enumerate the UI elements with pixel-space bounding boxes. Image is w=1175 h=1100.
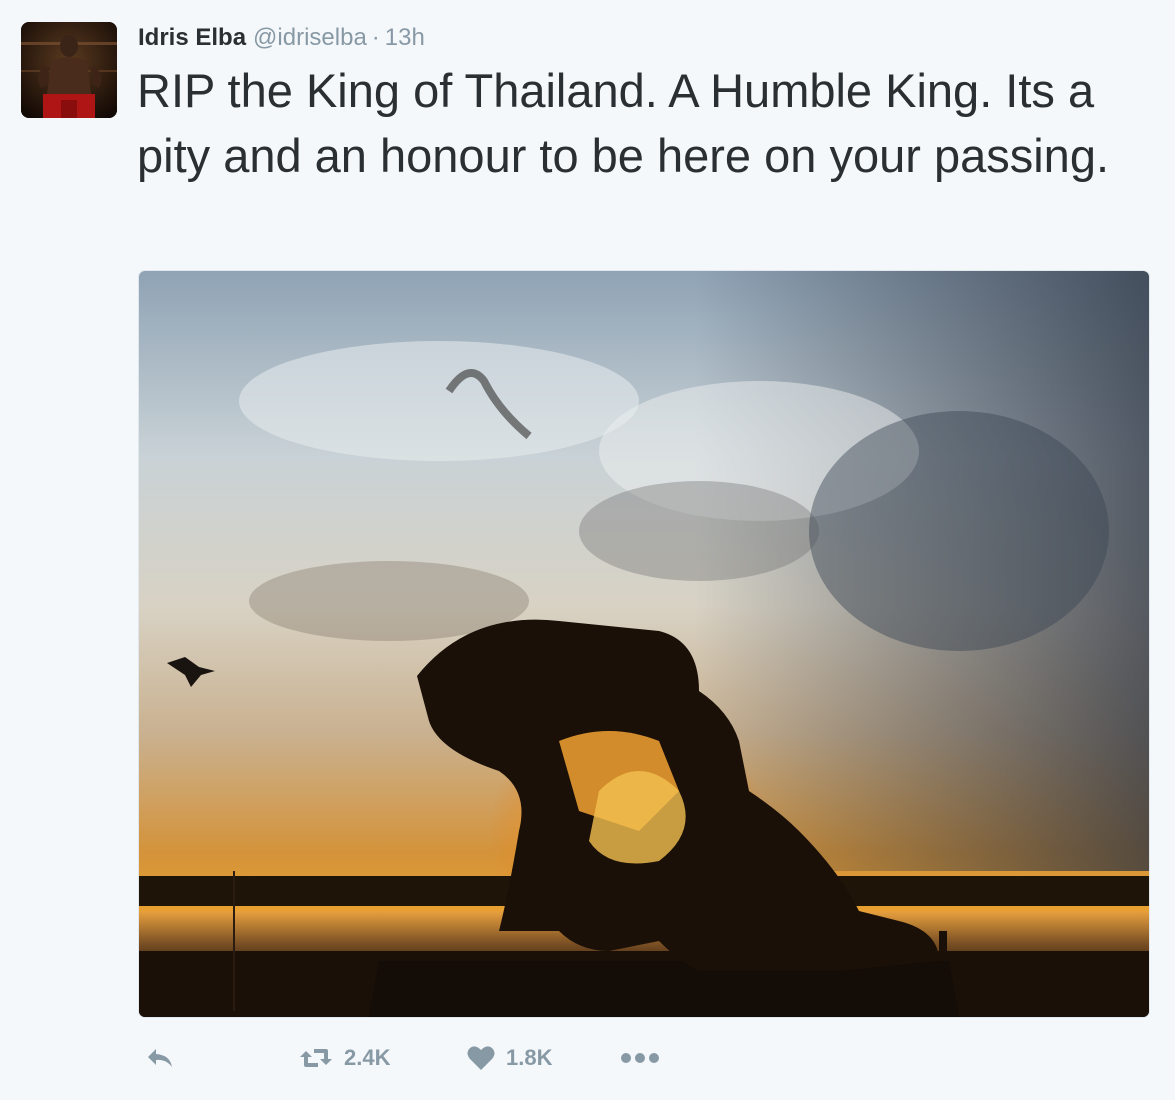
more-button[interactable] — [620, 1036, 660, 1080]
tweet-header: Idris Elba @idriselba · 13h — [138, 24, 425, 54]
tweet-text: RIP the King of Thailand. A Humble King.… — [137, 64, 1110, 182]
retweet-icon — [298, 1045, 334, 1071]
author-handle[interactable]: @idriselba — [253, 24, 367, 52]
heart-icon — [466, 1044, 496, 1072]
sunset-statue-photo-icon — [139, 271, 1149, 1017]
reply-icon — [146, 1045, 174, 1071]
like-count: 1.8K — [506, 1045, 553, 1070]
like-button[interactable]: 1.8K — [466, 1036, 552, 1080]
retweet-button[interactable]: 2.4K — [298, 1036, 390, 1080]
retweet-count: 2.4K — [344, 1045, 391, 1070]
header-separator: · — [371, 24, 380, 51]
reply-button[interactable] — [146, 1036, 174, 1080]
tweet: Idris Elba @idriselba · 13h RIP the King… — [0, 0, 1175, 1100]
tweet-actions: 2.4K 1.8K — [138, 1036, 1148, 1080]
author-name[interactable]: Idris Elba — [138, 24, 246, 52]
tweet-media[interactable] — [138, 270, 1150, 1018]
boxer-avatar-icon — [21, 22, 117, 118]
tweet-timestamp[interactable]: 13h — [385, 24, 425, 52]
more-icon — [620, 1051, 660, 1065]
author-avatar[interactable] — [21, 22, 117, 118]
